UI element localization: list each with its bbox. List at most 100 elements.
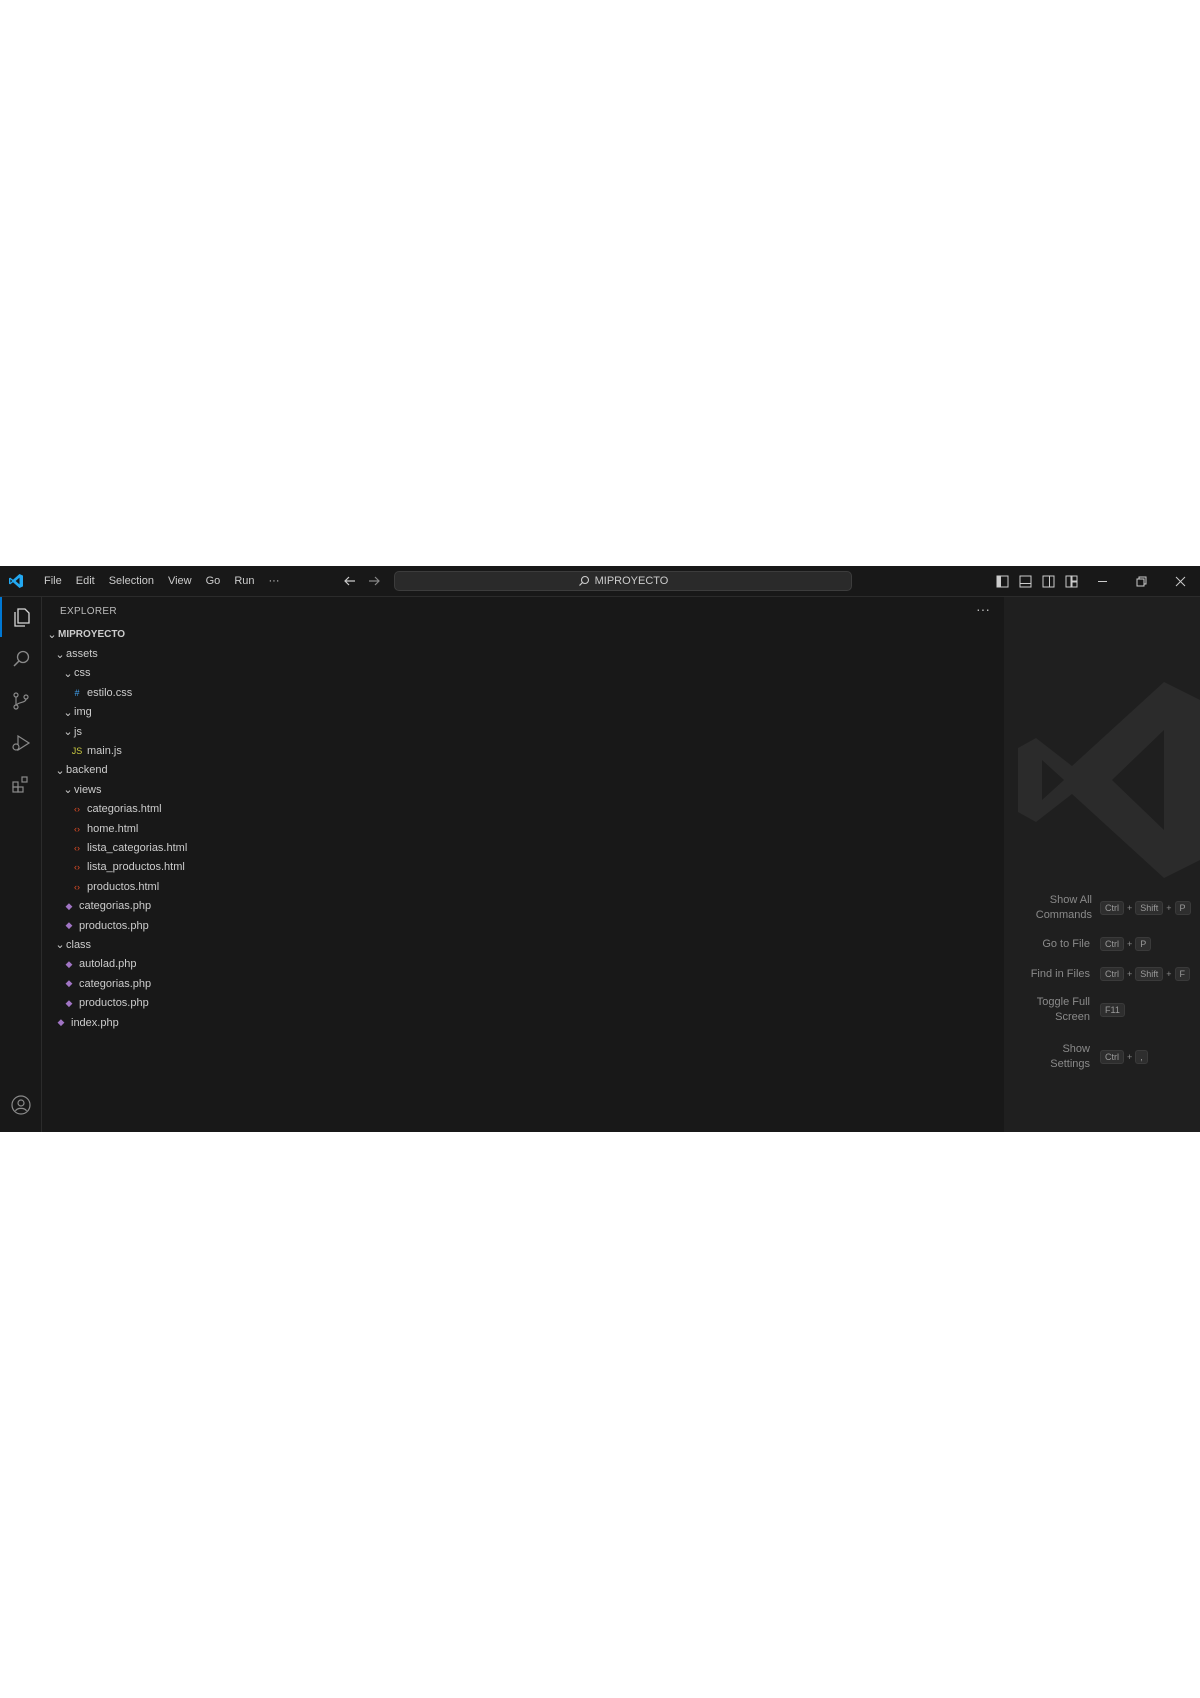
tree-folder[interactable]: ⌄ backend bbox=[42, 761, 1004, 780]
menu-selection[interactable]: Selection bbox=[103, 566, 160, 596]
css-file-icon: # bbox=[74, 687, 80, 698]
tree-file[interactable]: ‹› categorias.html bbox=[42, 800, 1004, 819]
tree-item-label: img bbox=[74, 706, 92, 719]
tree-file[interactable]: ◆ productos.php bbox=[42, 916, 1004, 935]
shortcut-keys: Ctrl + Shift + P bbox=[1100, 901, 1191, 915]
php-file-icon: ◆ bbox=[65, 958, 73, 969]
restore-button[interactable] bbox=[1122, 566, 1161, 596]
html-file-icon: ‹› bbox=[74, 842, 80, 853]
forward-arrow-icon[interactable] bbox=[367, 574, 381, 588]
tree-item-label: home.html bbox=[87, 822, 139, 835]
php-file-icon: ◆ bbox=[65, 920, 73, 931]
search-icon bbox=[12, 650, 29, 667]
chevron-down-icon: ⌄ bbox=[47, 629, 57, 642]
explorer-more-actions[interactable]: ··· bbox=[976, 601, 990, 617]
tree-item-label: index.php bbox=[71, 1016, 119, 1029]
vscode-logo-icon[interactable] bbox=[8, 573, 24, 589]
tree-item-label: productos.html bbox=[87, 880, 160, 893]
html-file-icon: ‹› bbox=[74, 823, 80, 834]
key: Shift bbox=[1135, 967, 1164, 981]
activity-accounts[interactable] bbox=[0, 1085, 41, 1125]
tree-file[interactable]: ◆ index.php bbox=[42, 1013, 1004, 1032]
menu-file[interactable]: File bbox=[38, 566, 68, 596]
tree-file[interactable]: ‹› lista_categorias.html bbox=[42, 838, 1004, 857]
tree-item-label: views bbox=[74, 783, 102, 796]
search-icon bbox=[578, 575, 589, 586]
chevron-down-icon: ⌄ bbox=[63, 726, 73, 739]
customize-layout-button[interactable] bbox=[1060, 566, 1083, 596]
toggle-panel-button[interactable] bbox=[1014, 566, 1037, 596]
tree-file[interactable]: ‹› home.html bbox=[42, 819, 1004, 838]
shortcut-keys: Ctrl + P bbox=[1100, 937, 1152, 951]
command-center-search[interactable]: MIPROYECTO bbox=[394, 571, 852, 591]
tree-folder[interactable]: ⌄ assets bbox=[42, 644, 1004, 663]
activity-source-control[interactable] bbox=[0, 681, 41, 721]
tree-file[interactable]: ‹› productos.html bbox=[42, 877, 1004, 896]
tree-file[interactable]: ◆ productos.php bbox=[42, 993, 1004, 1012]
close-icon bbox=[1175, 576, 1186, 586]
tree-file[interactable]: JS main.js bbox=[42, 741, 1004, 760]
window-controls bbox=[991, 566, 1200, 596]
key: F bbox=[1174, 967, 1191, 981]
tree-item-label: css bbox=[74, 667, 91, 680]
tree-folder[interactable]: ⌄ css bbox=[42, 664, 1004, 683]
tree-item-label: lista_productos.html bbox=[87, 861, 185, 874]
search-text: MIPROYECTO bbox=[594, 575, 669, 587]
activity-run-debug[interactable] bbox=[0, 723, 41, 763]
secondary-sidebar-layout-icon bbox=[1042, 575, 1055, 587]
close-button[interactable] bbox=[1161, 566, 1200, 596]
menu-view[interactable]: View bbox=[162, 566, 198, 596]
shortcut-label: Toggle Full Screen bbox=[1036, 996, 1090, 1023]
key: Ctrl bbox=[1100, 937, 1124, 951]
sidebar-layout-icon bbox=[996, 575, 1009, 587]
tree-file[interactable]: ◆ autolad.php bbox=[42, 955, 1004, 974]
key-plus: + bbox=[1166, 969, 1172, 979]
activity-search[interactable] bbox=[0, 639, 41, 679]
tree-folder[interactable]: ⌄ img bbox=[42, 703, 1004, 722]
tree-item-label: main.js bbox=[87, 745, 122, 758]
tree-file[interactable]: # estilo.css bbox=[42, 683, 1004, 702]
key: Ctrl bbox=[1100, 1050, 1124, 1064]
activity-explorer[interactable] bbox=[0, 597, 41, 637]
tree-item-label: class bbox=[66, 938, 92, 951]
file-tree: ⌄ MIPROYECTO ⌄ assets ⌄ css # estilo.css ⌄ img ⌄… bbox=[42, 625, 1004, 1032]
tree-item-label: categorias.php bbox=[79, 900, 152, 913]
explorer-sidebar: EXPLORER ··· ⌄ MIPROYECTO ⌄ assets ⌄ css # es… bbox=[42, 597, 1004, 1132]
tree-file[interactable]: ◆ categorias.php bbox=[42, 896, 1004, 915]
html-file-icon: ‹› bbox=[74, 881, 80, 892]
tree-folder[interactable]: ⌄ views bbox=[42, 780, 1004, 799]
chevron-down-icon: ⌄ bbox=[63, 667, 73, 680]
tree-item-label: autolad.php bbox=[79, 958, 137, 971]
shortcut-keys: F11 bbox=[1100, 1003, 1125, 1017]
chevron-down-icon: ⌄ bbox=[55, 648, 65, 661]
toggle-primary-sidebar-button[interactable] bbox=[991, 566, 1014, 596]
key: F11 bbox=[1100, 1003, 1125, 1017]
activity-extensions[interactable] bbox=[0, 765, 41, 805]
tree-folder[interactable]: ⌄ js bbox=[42, 722, 1004, 741]
toggle-secondary-sidebar-button[interactable] bbox=[1037, 566, 1060, 596]
tree-item-label: assets bbox=[66, 648, 98, 661]
tree-item-label: categorias.html bbox=[87, 803, 162, 816]
menu-go[interactable]: Go bbox=[200, 566, 227, 596]
minimize-button[interactable] bbox=[1083, 566, 1122, 596]
key-plus: + bbox=[1127, 903, 1133, 913]
menu-edit[interactable]: Edit bbox=[70, 566, 101, 596]
js-file-icon: JS bbox=[71, 746, 83, 757]
tree-folder[interactable]: ⌄ class bbox=[42, 935, 1004, 954]
menu-more[interactable]: ··· bbox=[263, 566, 286, 596]
explorer-title: EXPLORER bbox=[60, 606, 117, 617]
shortcut-keys: Ctrl + , bbox=[1100, 1050, 1148, 1064]
tree-file[interactable]: ‹› lista_productos.html bbox=[42, 858, 1004, 877]
panel-layout-icon bbox=[1019, 575, 1032, 587]
php-file-icon: ◆ bbox=[65, 997, 73, 1008]
restore-icon bbox=[1136, 576, 1147, 586]
tree-root-folder[interactable]: ⌄ MIPROYECTO bbox=[42, 625, 1004, 644]
tree-file[interactable]: ◆ categorias.php bbox=[42, 974, 1004, 993]
back-arrow-icon[interactable] bbox=[343, 574, 357, 588]
tree-rows: ⌄ assets ⌄ css # estilo.css ⌄ img ⌄ js JS main.js ⌄ b… bbox=[42, 644, 1004, 1032]
shortcut-label: Find in Files bbox=[1030, 968, 1090, 980]
account-icon bbox=[10, 1095, 31, 1115]
menu-run[interactable]: Run bbox=[228, 566, 260, 596]
minimize-icon bbox=[1098, 580, 1107, 582]
chevron-down-icon: ⌄ bbox=[55, 764, 65, 777]
